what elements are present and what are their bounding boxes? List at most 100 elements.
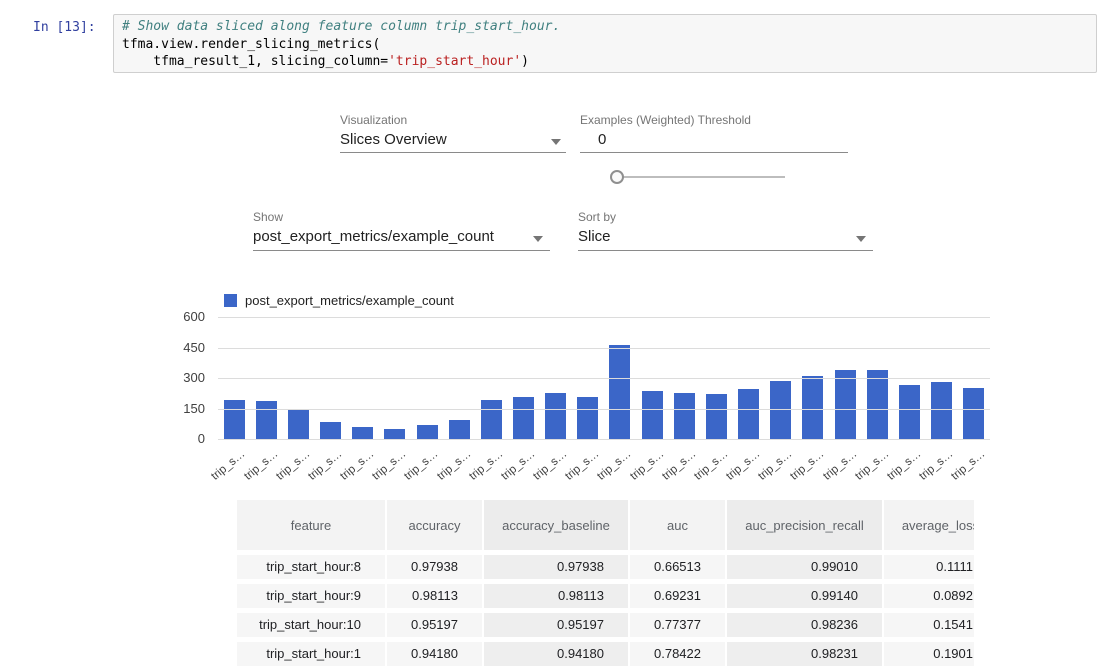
legend-swatch	[224, 294, 237, 307]
legend-label: post_export_metrics/example_count	[245, 293, 454, 308]
threshold-label: Examples (Weighted) Threshold	[580, 113, 751, 127]
table-cell: 0.99010	[727, 555, 884, 579]
slider-knob[interactable]	[610, 170, 624, 184]
y-tick-label: 150	[161, 401, 205, 416]
header-cell: auc	[630, 500, 727, 550]
bar[interactable]	[481, 400, 502, 439]
table-cell: 0.97938	[387, 555, 484, 579]
x-tick-label: trip_s…	[531, 448, 569, 483]
code-cell[interactable]: # Show data sliced along feature column …	[113, 14, 1097, 73]
x-tick-label: trip_s…	[242, 448, 280, 483]
table-cell: trip_start_hour:8	[237, 555, 387, 579]
x-tick-label: trip_s…	[917, 448, 955, 483]
cell-prompt: In [13]:	[33, 20, 96, 35]
bar[interactable]	[674, 393, 695, 439]
x-tick-label: trip_s…	[950, 448, 988, 483]
table-cell: 0.94180	[387, 642, 484, 666]
bar[interactable]	[513, 397, 534, 439]
bar[interactable]	[384, 429, 405, 439]
gridline	[218, 439, 990, 440]
bar[interactable]	[417, 425, 438, 439]
table-cell: 0.0892	[884, 584, 974, 608]
show-underline	[253, 250, 550, 251]
visualization-label: Visualization	[340, 113, 407, 127]
x-tick-label: trip_s…	[596, 448, 634, 483]
bar[interactable]	[224, 400, 245, 439]
table-cell: 0.69231	[630, 584, 727, 608]
table-cell: 0.95197	[387, 613, 484, 637]
x-tick-label: trip_s…	[435, 448, 473, 483]
header-cell: feature	[237, 500, 387, 550]
table-cell: 0.77377	[630, 613, 727, 637]
gridline	[218, 317, 990, 318]
table-cell: 0.98113	[387, 584, 484, 608]
x-tick-label: trip_s…	[564, 448, 602, 483]
sortby-label: Sort by	[578, 210, 616, 224]
bar[interactable]	[449, 420, 470, 439]
bar[interactable]	[835, 370, 856, 439]
bar[interactable]	[899, 385, 920, 439]
table-cell: trip_start_hour:1	[237, 642, 387, 666]
x-tick-label: trip_s…	[210, 448, 248, 483]
table-row: trip_start_hour:100.951970.951970.773770…	[237, 613, 974, 637]
x-tick-label: trip_s…	[885, 448, 923, 483]
bar[interactable]	[642, 391, 663, 439]
bar[interactable]	[931, 382, 952, 439]
x-tick-label: trip_s…	[692, 448, 730, 483]
bar[interactable]	[320, 422, 341, 439]
table-body: trip_start_hour:80.979380.979380.665130.…	[237, 555, 974, 666]
table-cell: 0.78422	[630, 642, 727, 666]
threshold-value: 0	[598, 131, 606, 148]
visualization-value: Slices Overview	[340, 131, 447, 148]
table-cell: 0.94180	[484, 642, 630, 666]
chevron-down-icon	[533, 236, 543, 242]
bar[interactable]	[867, 370, 888, 439]
sortby-underline	[578, 250, 873, 251]
chevron-down-icon	[551, 139, 561, 145]
show-value: post_export_metrics/example_count	[253, 228, 494, 245]
x-tick-label: trip_s…	[467, 448, 505, 483]
table-cell: 0.66513	[630, 555, 727, 579]
x-tick-label: trip_s…	[660, 448, 698, 483]
x-tick-label: trip_s…	[757, 448, 795, 483]
threshold-slider[interactable]	[612, 176, 785, 178]
bar[interactable]	[288, 410, 309, 439]
header-cell: accuracy	[387, 500, 484, 550]
bar[interactable]	[609, 345, 630, 439]
gridline	[218, 378, 990, 379]
code-line-2: tfma.view.render_slicing_metrics(	[122, 36, 1088, 54]
header-cell: accuracy_baseline	[484, 500, 630, 550]
code-string: 'trip_start_hour'	[388, 54, 521, 69]
table-row: trip_start_hour:90.981130.981130.692310.…	[237, 584, 974, 608]
bar[interactable]	[256, 401, 277, 439]
table-cell: 0.99140	[727, 584, 884, 608]
show-label: Show	[253, 210, 283, 224]
chart-legend: post_export_metrics/example_count	[224, 293, 454, 308]
table-row: trip_start_hour:10.941800.941800.784220.…	[237, 642, 974, 666]
x-tick-label: trip_s…	[403, 448, 441, 483]
bar[interactable]	[545, 393, 566, 439]
bar[interactable]	[577, 397, 598, 439]
bar[interactable]	[770, 381, 791, 439]
table-cell: trip_start_hour:9	[237, 584, 387, 608]
code-line-3: tfma_result_1, slicing_column='trip_star…	[122, 53, 1088, 71]
bar[interactable]	[738, 389, 759, 439]
y-tick-label: 450	[161, 340, 205, 355]
x-tick-label: trip_s…	[499, 448, 537, 483]
bar[interactable]	[706, 394, 727, 439]
plot-area: 0150300450600	[218, 317, 990, 439]
x-tick-label: trip_s…	[789, 448, 827, 483]
bar[interactable]	[352, 427, 373, 439]
y-tick-label: 600	[161, 309, 205, 324]
table-cell: trip_start_hour:10	[237, 613, 387, 637]
x-tick-label: trip_s…	[371, 448, 409, 483]
visualization-underline	[340, 152, 566, 153]
y-tick-label: 0	[161, 431, 205, 446]
x-tick-label: trip_s…	[628, 448, 666, 483]
chevron-down-icon	[856, 236, 866, 242]
sortby-value: Slice	[578, 228, 611, 245]
bar[interactable]	[963, 388, 984, 439]
gridline	[218, 409, 990, 410]
x-tick-label: trip_s…	[338, 448, 376, 483]
x-tick-label: trip_s…	[306, 448, 344, 483]
